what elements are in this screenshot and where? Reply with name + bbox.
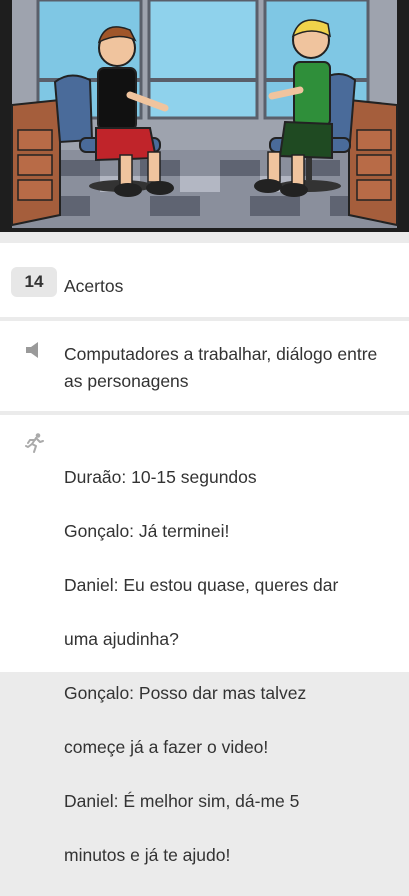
action-line: Duraão: 10-15 segundos xyxy=(64,467,257,487)
action-line: Daniel: É melhor sim, dá-me 5 xyxy=(64,791,300,811)
action-row: Duraão: 10-15 segundos Gonçalo: Já termi… xyxy=(0,415,409,865)
count-label: Acertos xyxy=(64,276,124,296)
action-description: Duraão: 10-15 segundos Gonçalo: Já termi… xyxy=(64,437,394,896)
action-line: começe já a fazer o video! xyxy=(64,737,269,757)
action-line: uma ajudinha? xyxy=(64,629,179,649)
action-line: Gonçalo: Posso dar mas talvez xyxy=(64,683,307,703)
running-figure-icon xyxy=(24,432,46,459)
scene-illustration xyxy=(0,0,409,232)
sound-description: Computadores a trabalhar, diálogo entre … xyxy=(64,344,378,391)
count-badge: 14 xyxy=(11,267,57,297)
count-row: 14 Acertos xyxy=(0,243,409,317)
speaker-icon xyxy=(24,340,42,365)
storyboard-scene-image xyxy=(0,0,409,232)
sound-row: Computadores a trabalhar, diálogo entre … xyxy=(0,321,409,411)
action-line: Daniel: Eu estou quase, queres dar xyxy=(64,575,339,595)
action-line: Gonçalo: Já terminei! xyxy=(64,521,230,541)
action-line: minutos e já te ajudo! xyxy=(64,845,231,865)
